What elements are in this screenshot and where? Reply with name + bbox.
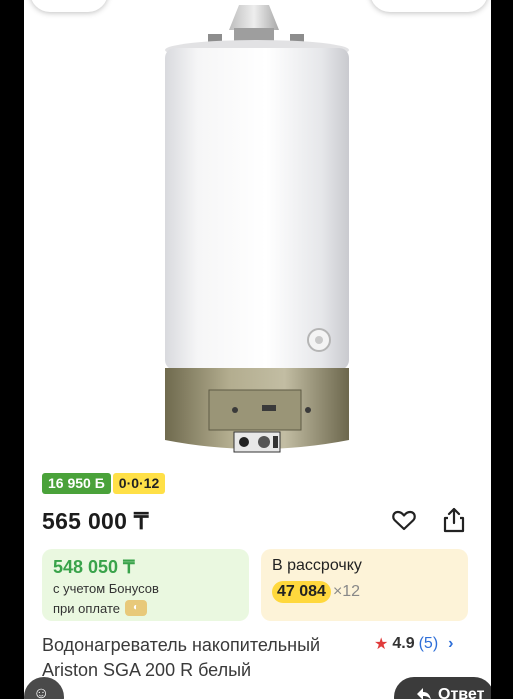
heart-icon[interactable]	[390, 506, 418, 534]
bonus-coin-icon: ◐	[124, 600, 147, 616]
chat-icon: ☺	[33, 685, 50, 699]
bonus-note-text: при оплате	[53, 600, 120, 616]
reply-button[interactable]: Ответ	[394, 677, 491, 699]
product-screen: 16 950 Б 0·0·12 565 000 ₸ 548 050 ₸ с уч…	[24, 0, 491, 699]
promo-badges: 16 950 Б 0·0·12	[42, 473, 166, 494]
installment-row: 47 084 ×12	[272, 581, 360, 603]
installment-card[interactable]: В рассрочку 47 084 ×12	[261, 549, 468, 621]
installment-multiplier: ×12	[332, 583, 361, 600]
rating-value: 4.9	[392, 635, 415, 652]
rating-count: (5)	[418, 635, 439, 652]
installment-title: В рассрочку	[272, 557, 362, 574]
water-heater-image	[165, 5, 349, 453]
bonus-price: 548 050 ₸	[53, 557, 135, 577]
installment-badge: 0·0·12	[112, 473, 166, 494]
back-button[interactable]	[30, 0, 108, 12]
product-image[interactable]	[24, 0, 491, 462]
star-icon: ★	[374, 636, 389, 653]
product-rating[interactable]: ★ 4.9 (5) ›	[374, 634, 453, 654]
reply-label: Ответ	[438, 686, 485, 699]
product-title-line1: Водонагреватель накопительный	[42, 635, 321, 655]
product-actions	[390, 506, 468, 534]
reply-arrow-icon	[417, 688, 431, 699]
product-title-line2: Ariston SGA 200 R белый	[42, 660, 252, 680]
installment-amount: 47 084	[272, 581, 331, 603]
bonus-note-line2: при оплате ◐	[53, 600, 147, 616]
bonus-note-line1: с учетом Бонусов	[53, 581, 159, 596]
top-actions-pill[interactable]	[370, 0, 488, 12]
chevron-right-icon: ›	[448, 635, 454, 652]
share-icon[interactable]	[440, 506, 468, 534]
product-price: 565 000 ₸	[42, 508, 149, 534]
bonus-price-card[interactable]: 548 050 ₸ с учетом Бонусов при оплате ◐	[42, 549, 249, 621]
bonus-badge: 16 950 Б	[42, 473, 111, 494]
